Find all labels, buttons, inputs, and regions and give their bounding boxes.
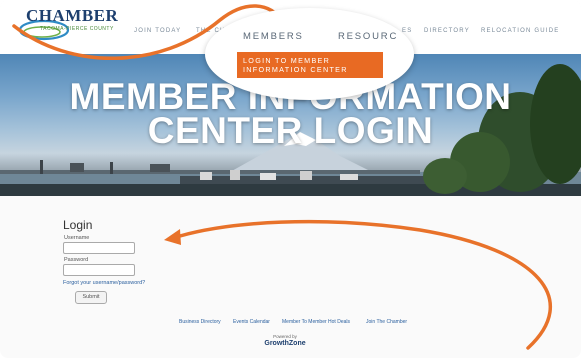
logo-subtext: TACOMA-PIERCE COUNTY	[40, 26, 114, 32]
username-label: Username	[64, 235, 90, 241]
submit-button[interactable]: Submit	[75, 291, 107, 304]
footer-link-events-calendar[interactable]: Events Calendar	[233, 319, 270, 325]
growthzone-logo[interactable]: GrowthZone	[250, 340, 320, 347]
forgot-password-link[interactable]: Forgot your username/password?	[63, 280, 145, 286]
password-input[interactable]	[63, 264, 135, 276]
login-button-line1: LOGIN TO MEMBER	[243, 56, 331, 65]
login-button-line2: INFORMATION CENTER	[243, 65, 348, 74]
login-member-center-button[interactable]: LOGIN TO MEMBER INFORMATION CENTER	[237, 52, 383, 78]
menu-resources[interactable]: RESOURC	[338, 31, 398, 42]
username-input[interactable]	[63, 242, 135, 254]
logo-wordmark: CHAMBER	[26, 6, 119, 25]
browser-frame: CHAMBER TACOMA-PIERCE COUNTY JOIN TODAY …	[0, 0, 581, 358]
menu-members[interactable]: MEMBERS	[243, 31, 304, 42]
login-heading: Login	[63, 218, 93, 232]
footer-link-join-chamber[interactable]: Join The Chamber	[366, 319, 407, 325]
footer-link-hot-deals[interactable]: Member To Member Hot Deals	[282, 319, 350, 325]
hero-title-line2: CENTER LOGIN	[147, 110, 434, 151]
nav-directory[interactable]: DIRECTORY	[424, 28, 470, 34]
powered-by-label: Powered by	[273, 334, 297, 339]
nav-join-today[interactable]: JOIN TODAY	[134, 28, 181, 34]
footer-link-business-directory[interactable]: Business Directory	[179, 319, 221, 325]
password-label: Password	[64, 257, 89, 263]
arrow-head-form	[164, 229, 181, 245]
arrow-to-login-form	[178, 219, 553, 350]
nav-relocation-guide[interactable]: RELOCATION GUIDE	[481, 28, 559, 34]
